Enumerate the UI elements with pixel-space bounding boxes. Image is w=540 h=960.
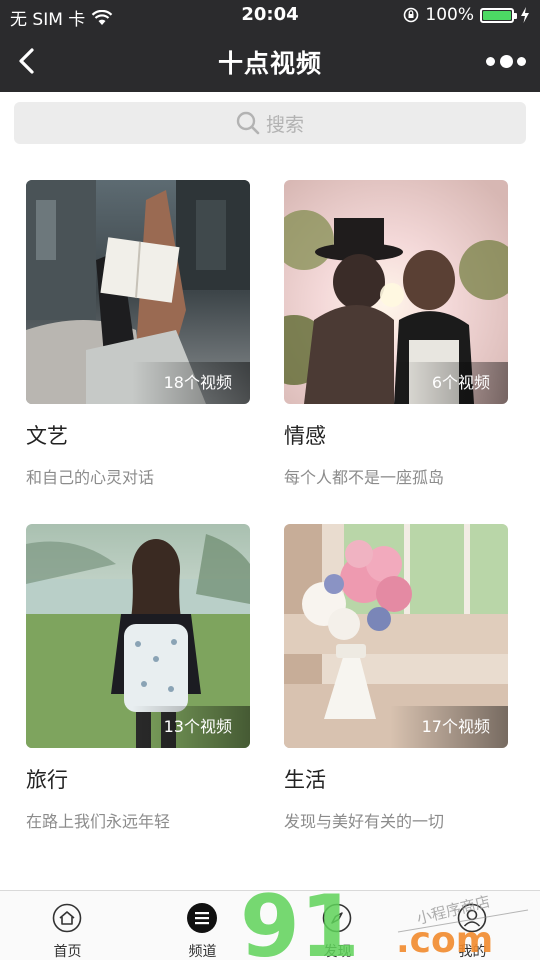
more-dot-icon bbox=[499, 54, 513, 68]
channel-icon bbox=[187, 903, 217, 933]
category-description: 发现与美好有关的一切 bbox=[284, 812, 445, 831]
search-area: 搜索 bbox=[0, 92, 540, 154]
category-thumbnail[interactable]: 6个视频 bbox=[284, 180, 508, 404]
category-description: 和自己的心灵对话 bbox=[26, 468, 155, 487]
category-name: 文艺 bbox=[26, 424, 68, 448]
category-thumbnail[interactable]: 13个视频 bbox=[26, 524, 250, 748]
battery-percent: 100% bbox=[425, 5, 474, 25]
category-description: 在路上我们永远年轻 bbox=[26, 812, 171, 831]
more-dot-icon bbox=[486, 56, 495, 66]
orientation-lock-icon bbox=[404, 7, 419, 23]
category-card-qinggan[interactable]: 6个视频 情感 每个人都不是一座孤岛 bbox=[284, 180, 508, 488]
page-title: 十点视频 bbox=[217, 49, 322, 78]
more-dot-icon bbox=[517, 56, 526, 66]
search-placeholder: 搜索 bbox=[265, 113, 304, 136]
status-right: 100% bbox=[403, 5, 530, 25]
tab-label: 频道 bbox=[188, 944, 217, 960]
category-description: 每个人都不是一座孤岛 bbox=[284, 468, 445, 487]
category-name: 生活 bbox=[284, 768, 326, 792]
home-icon bbox=[52, 903, 82, 933]
video-count: 13个视频 bbox=[132, 706, 250, 748]
video-count: 6个视频 bbox=[390, 362, 508, 404]
tab-home[interactable]: 首页 bbox=[0, 891, 135, 960]
category-card-shenghuo[interactable]: 17个视频 生活 发现与美好有关的一切 bbox=[284, 524, 508, 832]
status-bar: 无 SIM 卡 20:04 100% bbox=[0, 0, 540, 30]
video-count: 17个视频 bbox=[390, 706, 508, 748]
charging-icon bbox=[521, 7, 529, 23]
tab-discover[interactable]: 发现 bbox=[270, 891, 405, 960]
tab-channel[interactable]: 频道 bbox=[135, 891, 270, 960]
category-card-wenyi[interactable]: 18个视频 文艺 和自己的心灵对话 bbox=[26, 180, 250, 488]
more-menu-button[interactable] bbox=[486, 48, 526, 74]
tab-label: 首页 bbox=[53, 944, 82, 960]
category-thumbnail[interactable]: 18个视频 bbox=[26, 180, 250, 404]
nav-bar: 十点视频 bbox=[0, 30, 540, 92]
category-card-lvxing[interactable]: 13个视频 旅行 在路上我们永远年轻 bbox=[26, 524, 250, 832]
search-icon bbox=[236, 111, 260, 135]
category-name: 旅行 bbox=[26, 768, 68, 792]
tab-label: 发现 bbox=[323, 944, 352, 960]
category-name: 情感 bbox=[284, 424, 326, 448]
tab-label: 我的 bbox=[458, 944, 487, 960]
tab-bar: 首页 频道 发现 我的 bbox=[0, 890, 540, 960]
compass-icon bbox=[322, 903, 352, 933]
search-input[interactable]: 搜索 bbox=[14, 102, 526, 144]
tab-mine[interactable]: 我的 bbox=[405, 891, 540, 960]
battery-icon bbox=[480, 7, 517, 23]
user-icon bbox=[457, 903, 487, 933]
video-count: 18个视频 bbox=[132, 362, 250, 404]
category-thumbnail[interactable]: 17个视频 bbox=[284, 524, 508, 748]
